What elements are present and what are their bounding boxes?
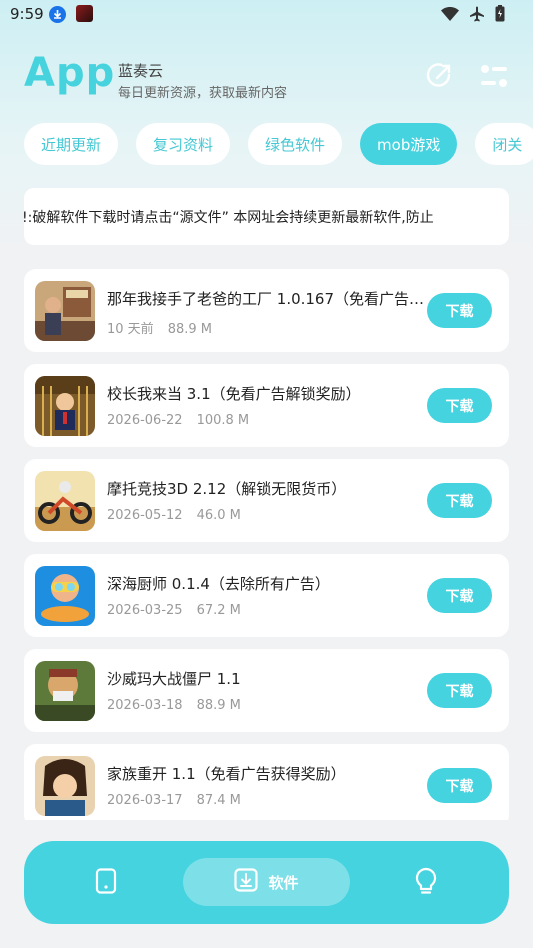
share-icon[interactable] bbox=[424, 61, 454, 91]
status-bar: 9:59 bbox=[0, 0, 533, 30]
app-date: 10 天前 bbox=[107, 322, 154, 337]
app-title: 深海厨师 0.1.4（去除所有广告） bbox=[107, 575, 330, 593]
tab-retreat[interactable]: 闭关 bbox=[475, 123, 533, 165]
app-title: 校长我来当 3.1（免看广告解锁奖励） bbox=[107, 385, 361, 403]
app-meta: 2026-05-12 46.0 M bbox=[107, 508, 241, 523]
app-notification-icon bbox=[76, 5, 93, 22]
download-button[interactable]: 下载 bbox=[427, 388, 492, 423]
app-title: 蓝奏云 bbox=[118, 62, 164, 80]
app-title: 摩托竞技3D 2.12（解锁无限货币） bbox=[107, 480, 347, 498]
nav-phone[interactable] bbox=[80, 841, 132, 924]
list-item[interactable]: 那年我接手了老爸的工厂 1.0.167（免看广告获得奖励） 10 天前 88.9 … bbox=[24, 269, 509, 352]
download-indicator-icon bbox=[49, 6, 66, 23]
app-size: 46.0 M bbox=[196, 508, 241, 523]
app-meta: 2026-03-17 87.4 M bbox=[107, 793, 241, 808]
download-box-icon bbox=[234, 868, 259, 896]
app-date: 2026-03-18 bbox=[107, 698, 183, 713]
app-title: 沙威玛大战僵尸 1.1 bbox=[107, 670, 241, 688]
app-icon bbox=[35, 756, 95, 816]
notice-banner: !:破解软件下载时请点击“源文件” 本网址会持续更新最新软件,防止 bbox=[24, 188, 509, 245]
tab-mob-games[interactable]: mob游戏 bbox=[360, 123, 458, 165]
nav-software[interactable]: 软件 bbox=[183, 858, 350, 906]
download-button[interactable]: 下载 bbox=[427, 578, 492, 613]
download-button[interactable]: 下载 bbox=[427, 483, 492, 518]
nav-software-label: 软件 bbox=[268, 873, 299, 892]
settings-icon[interactable] bbox=[479, 61, 509, 91]
tab-review-materials[interactable]: 复习资料 bbox=[136, 123, 231, 165]
download-button[interactable]: 下载 bbox=[427, 768, 492, 803]
phone-icon bbox=[95, 867, 117, 898]
notice-text: !:破解软件下载时请点击“源文件” 本网址会持续更新最新软件,防止 bbox=[24, 210, 434, 226]
tab-recent-updates[interactable]: 近期更新 bbox=[24, 123, 119, 165]
app-date: 2026-03-25 bbox=[107, 603, 183, 618]
app-title: 那年我接手了老爸的工厂 1.0.167（免看广告获得奖励） bbox=[107, 290, 429, 308]
app-icon bbox=[35, 661, 95, 721]
app-size: 88.9 M bbox=[167, 322, 212, 337]
app-size: 67.2 M bbox=[196, 603, 241, 618]
list-item[interactable]: 沙威玛大战僵尸 1.1 2026-03-18 88.9 M 下载 bbox=[24, 649, 509, 732]
download-button[interactable]: 下载 bbox=[427, 293, 492, 328]
app-date: 2026-06-22 bbox=[107, 413, 183, 428]
list-item[interactable]: 校长我来当 3.1（免看广告解锁奖励） 2026-06-22 100.8 M 下载 bbox=[24, 364, 509, 447]
bottom-nav: 软件 bbox=[24, 841, 509, 924]
app-title: 家族重开 1.1（免看广告获得奖励） bbox=[107, 765, 346, 783]
app-size: 100.8 M bbox=[196, 413, 250, 428]
app-size: 88.9 M bbox=[196, 698, 241, 713]
wifi-icon bbox=[441, 6, 459, 25]
status-time: 9:59 bbox=[10, 5, 44, 23]
app-meta: 10 天前 88.9 M bbox=[107, 318, 212, 337]
app-meta: 2026-03-25 67.2 M bbox=[107, 603, 241, 618]
battery-icon bbox=[495, 5, 505, 26]
app-icon bbox=[35, 376, 95, 436]
app-icon bbox=[35, 281, 95, 341]
app-date: 2026-03-17 bbox=[107, 793, 183, 808]
app-meta: 2026-03-18 88.9 M bbox=[107, 698, 241, 713]
list-item[interactable]: 摩托竞技3D 2.12（解锁无限货币） 2026-05-12 46.0 M 下载 bbox=[24, 459, 509, 542]
app-meta: 2026-06-22 100.8 M bbox=[107, 413, 249, 428]
nav-ideas[interactable] bbox=[400, 841, 452, 924]
app-size: 87.4 M bbox=[196, 793, 241, 808]
list-item[interactable]: 深海厨师 0.1.4（去除所有广告） 2026-03-25 67.2 M 下载 bbox=[24, 554, 509, 637]
tab-green-software[interactable]: 绿色软件 bbox=[248, 123, 343, 165]
app-icon bbox=[35, 471, 95, 531]
category-tabs: 近期更新 复习资料 绿色软件 mob游戏 闭关 bbox=[24, 123, 533, 165]
app-list: 那年我接手了老爸的工厂 1.0.167（免看广告获得奖励） 10 天前 88.9 … bbox=[24, 269, 509, 820]
list-item[interactable]: 家族重开 1.1（免看广告获得奖励） 2026-03-17 87.4 M 下载 bbox=[24, 744, 509, 820]
lightbulb-icon bbox=[414, 867, 438, 899]
app-date: 2026-05-12 bbox=[107, 508, 183, 523]
app-icon bbox=[35, 566, 95, 626]
app-subtitle: 每日更新资源，获取最新内容 bbox=[118, 86, 288, 101]
download-button[interactable]: 下载 bbox=[427, 673, 492, 708]
airplane-icon bbox=[469, 6, 485, 26]
app-logo: App bbox=[24, 50, 116, 96]
